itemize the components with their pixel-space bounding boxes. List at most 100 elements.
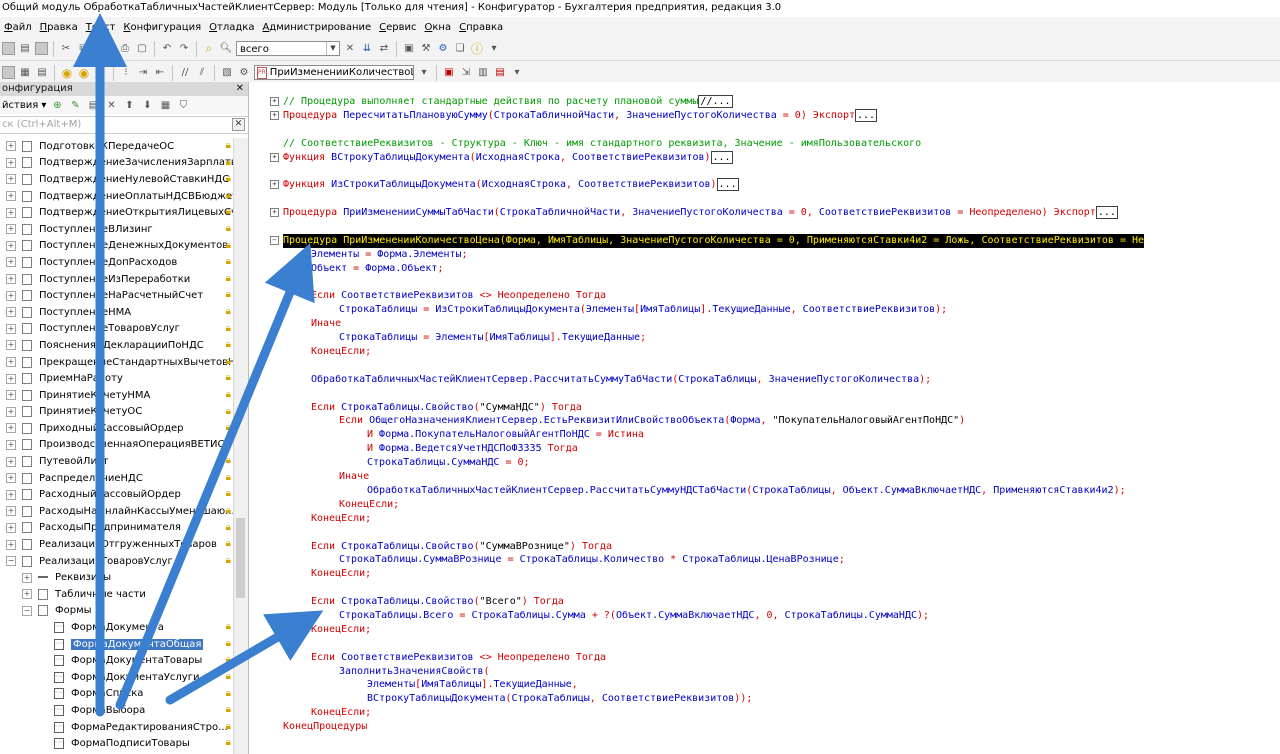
menu-item[interactable]: Сервис — [375, 22, 420, 33]
info-icon[interactable]: ⓘ — [470, 42, 484, 56]
tree-item[interactable]: ФормаСписка 🔒︎ — [0, 686, 233, 703]
bookmark-icon[interactable]: ❏ — [453, 42, 467, 56]
code-editor[interactable]: + // Процедура выполняет стандартные дейс… — [249, 82, 1280, 754]
update-icon[interactable]: ◉ — [60, 66, 74, 80]
tree-item[interactable]: + ПодтверждениеЗачисленияЗарплаты 🔒︎ — [0, 155, 233, 172]
tree-item[interactable]: + ПринятиеКУчетуНМА 🔒︎ — [0, 387, 233, 404]
expand-icon[interactable]: + — [6, 257, 16, 268]
expand-icon[interactable]: + — [6, 406, 16, 417]
run-more-icon[interactable]: ▾ — [94, 66, 108, 80]
clear-icon[interactable]: ✕ — [232, 118, 245, 131]
move-down-icon[interactable]: ⬇ — [140, 98, 154, 112]
menu-item[interactable]: Администрирование — [258, 22, 375, 33]
tree-item[interactable]: + ПриемНаРаботу 🔒︎ — [0, 370, 233, 387]
expand-icon[interactable]: + — [6, 157, 16, 168]
edit-icon[interactable]: ✎ — [68, 98, 82, 112]
tree-item[interactable]: + ПоступлениеВЛизинг 🔒︎ — [0, 221, 233, 238]
tree-item[interactable]: + ПоступлениеДопРасходов 🔒︎ — [0, 254, 233, 271]
collapsed-block-marker[interactable]: ... — [855, 108, 878, 122]
expand-block-icon[interactable]: + — [270, 180, 279, 190]
menu-item[interactable]: Отладка — [205, 22, 258, 33]
tree-item[interactable]: − Формы — [0, 603, 233, 620]
tree-item[interactable]: ФормаДокументаТовары 🔒︎ — [0, 652, 233, 669]
properties-icon[interactable]: ▤ — [86, 98, 100, 112]
tree-item[interactable]: + РеализацияОтгруженныхТоваров 🔒︎ — [0, 536, 233, 553]
new-icon[interactable] — [2, 42, 15, 55]
comment-icon[interactable]: // — [178, 66, 192, 80]
tree-item[interactable]: + РасходыПредпринимателя 🔒︎ — [0, 520, 233, 537]
menu-item[interactable]: Справка — [455, 22, 507, 33]
expand-icon[interactable]: + — [6, 539, 16, 550]
tree-item[interactable]: + ПодтверждениеНулевойСтавкиНДС 🔒︎ — [0, 171, 233, 188]
step-icon[interactable]: ⇲ — [459, 66, 473, 80]
expand-block-icon[interactable]: + — [270, 97, 279, 106]
tree-item[interactable]: + РасходныйКассовыйОрдер 🔒︎ — [0, 486, 233, 503]
window-icon[interactable]: ▣ — [402, 42, 416, 56]
filter-icon[interactable]: ⛉ — [176, 98, 190, 112]
expand-icon[interactable]: + — [6, 423, 16, 434]
tree-item[interactable]: + ПриходныйКассовыйОрдер 🔒︎ — [0, 420, 233, 437]
scrollbar-thumb[interactable] — [236, 518, 245, 598]
tree-scrollbar[interactable] — [233, 138, 248, 754]
expand-icon[interactable]: + — [6, 224, 16, 235]
watch-icon[interactable]: ▥ — [476, 66, 490, 80]
expand-icon[interactable]: + — [6, 390, 16, 401]
menu-item[interactable]: Правка — [36, 22, 82, 33]
expand-icon[interactable]: + — [6, 489, 16, 500]
debug-icon[interactable]: ⚙ — [436, 42, 450, 56]
preview-icon[interactable]: ▢ — [135, 42, 149, 56]
menu-item[interactable]: Текст — [82, 22, 120, 33]
expand-block-icon[interactable]: + — [270, 152, 279, 162]
tree-item[interactable]: ФормаДокументаОбщая 🔒︎ — [0, 636, 233, 653]
actions-menu[interactable]: йствия ▾ — [2, 100, 46, 111]
tree-item[interactable]: + ПоступлениеНаРасчетныйСчет 🔒︎ — [0, 287, 233, 304]
collapsed-block-marker[interactable]: ... — [716, 178, 739, 192]
database-icon[interactable]: ▦ — [18, 66, 32, 80]
outdent-icon[interactable]: ⇤ — [153, 66, 167, 80]
module-icon[interactable]: ▤ — [35, 66, 49, 80]
clear-search-icon[interactable]: ✕ — [343, 42, 357, 56]
uncomment-icon[interactable]: ⫽ — [195, 66, 209, 80]
format-icon[interactable]: ⁝ — [119, 66, 133, 80]
tree-item[interactable]: + ПутевойЛист 🔒︎ — [0, 453, 233, 470]
tree-item[interactable]: + ПоступлениеТоваровУслуг 🔒︎ — [0, 321, 233, 338]
expand-icon[interactable]: + — [22, 572, 32, 583]
undo-icon[interactable]: ↶ — [160, 42, 174, 56]
indent-icon[interactable]: ⇥ — [136, 66, 150, 80]
expand-block-icon[interactable]: + — [270, 110, 279, 120]
tree-item[interactable]: + ПодготовкаКПередачеОС 🔒︎ — [0, 138, 233, 155]
toolbar-more-icon[interactable]: ▾ — [487, 42, 501, 56]
tree-item[interactable]: + Реквизиты — [0, 569, 233, 586]
expand-icon[interactable]: + — [6, 506, 16, 517]
add-icon[interactable]: ⊕ — [50, 98, 64, 112]
expand-icon[interactable]: + — [6, 373, 16, 384]
procedure-icon[interactable]: ⚙ — [237, 66, 251, 80]
tree-item[interactable]: + ПоступлениеИзПереработки 🔒︎ — [0, 271, 233, 288]
tree-item[interactable]: + ПринятиеКУчетуОС 🔒︎ — [0, 404, 233, 421]
copy-icon[interactable]: ⧉ — [76, 42, 90, 56]
tree-item[interactable]: + ПроизводственнаяОперацияВЕТИС 🔒︎ — [0, 437, 233, 454]
tree-item[interactable]: + ПрекращениеСтандартныхВычетовН... 🔒︎ — [0, 354, 233, 371]
tree-item[interactable]: + ПоясненияКДекларацииПоНДС 🔒︎ — [0, 337, 233, 354]
run-icon[interactable]: ◉ — [77, 66, 91, 80]
tree-item[interactable]: ФормаДокументаУслуги 🔒︎ — [0, 669, 233, 686]
menu-item[interactable]: Конфигурация — [119, 22, 205, 33]
tree-search-input[interactable]: ск (Ctrl+Alt+M) ✕ — [0, 116, 248, 134]
stop-icon[interactable]: ▤ — [493, 66, 507, 80]
delete-icon[interactable]: ✕ — [104, 98, 118, 112]
expand-icon[interactable]: + — [6, 340, 16, 351]
tree-item[interactable]: − РеализацияТоваровУслуг 🔒︎ — [0, 553, 233, 570]
config-icon[interactable] — [2, 66, 15, 79]
expand-icon[interactable]: + — [6, 439, 16, 450]
expand-block-icon[interactable]: + — [270, 208, 279, 218]
print-icon[interactable]: ⎙ — [118, 42, 132, 56]
procedure-select[interactable]: PR ПриИзмененииКоличествоЦена — [254, 65, 414, 80]
collapsed-block-marker[interactable]: ... — [1095, 206, 1118, 220]
toolbar-more-icon[interactable]: ▾ — [510, 66, 524, 80]
sort-icon[interactable]: ▦ — [158, 98, 172, 112]
menu-item[interactable]: Окна — [421, 22, 456, 33]
expand-icon[interactable]: + — [6, 240, 16, 251]
chevron-down-icon[interactable]: ▾ — [417, 66, 431, 80]
tree-item[interactable]: + ПодтверждениеОплатыНДСВБюджет 🔒︎ — [0, 188, 233, 205]
tree-item[interactable]: ФормаДокумента 🔒︎ — [0, 619, 233, 636]
